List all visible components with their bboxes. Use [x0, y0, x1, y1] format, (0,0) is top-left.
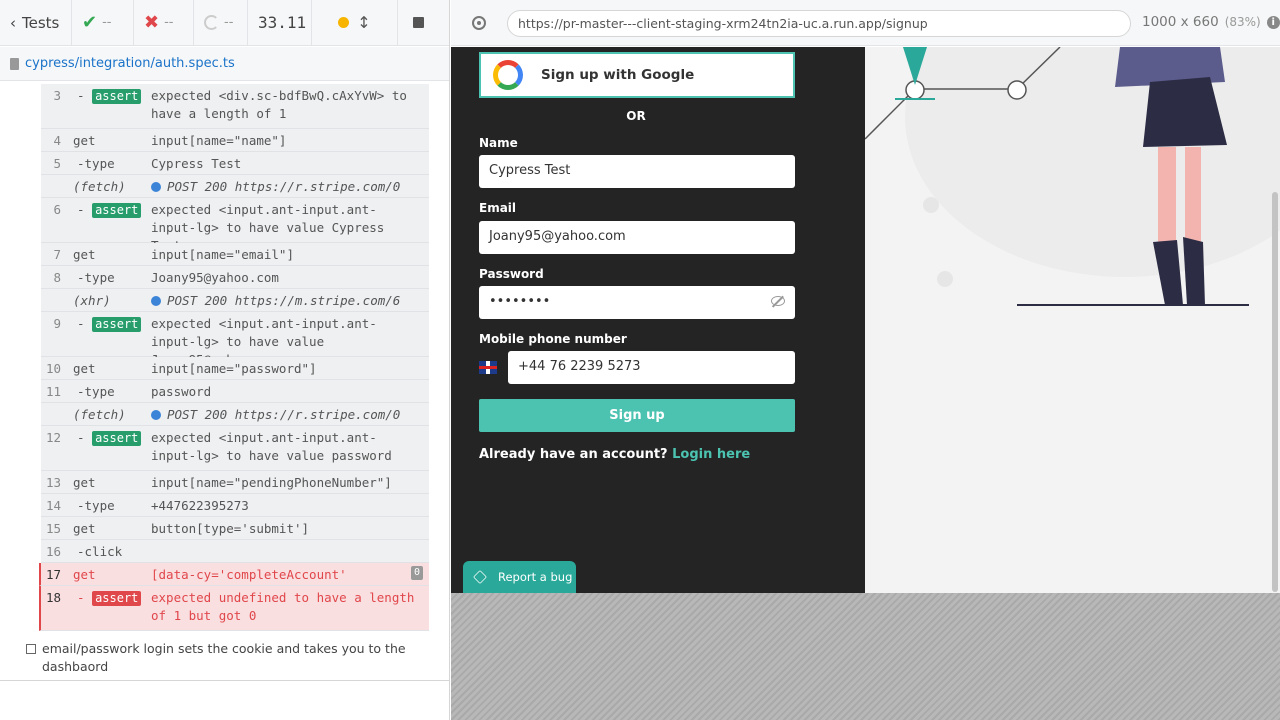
duration: 33.11 [248, 0, 312, 46]
test-status-icon [26, 644, 36, 654]
pending-icon [204, 15, 219, 30]
viewport-info: 1000 x 660 (83%) i [1142, 14, 1280, 30]
command-row[interactable]: (fetch) POST 200 https://r.stripe.com/0 [41, 403, 429, 426]
illustration [864, 47, 1280, 593]
login-prompt: Already have an account? Login here [479, 447, 751, 462]
name-label: Name [479, 136, 518, 150]
viewport-backdrop [451, 593, 1280, 720]
stop-icon [412, 17, 424, 28]
command-row[interactable]: (xhr) POST 200 https://m.stripe.com/6 [41, 289, 429, 312]
runner-header: https://pr-master---client-staging-xrm24… [451, 0, 1280, 46]
request-dot-icon [151, 295, 161, 306]
woman-illustration [864, 47, 1280, 306]
check-icon: ✔ [82, 12, 98, 33]
url-bar[interactable]: https://pr-master---client-staging-xrm24… [507, 10, 1131, 37]
command-row[interactable]: 16 -click [41, 540, 429, 563]
command-log: 3 - assert expected <div.sc-bdfBwQ.cAxYv… [39, 84, 429, 631]
or-divider: OR [626, 109, 646, 123]
login-link[interactable]: Login here [672, 447, 750, 462]
google-icon [493, 60, 523, 90]
email-label: Email [479, 201, 517, 215]
pending-stat: -- [194, 0, 248, 46]
google-signup-button[interactable]: Sign up with Google [479, 52, 795, 98]
next-test-title: email/passwork login sets the cookie and… [42, 641, 406, 674]
divider [0, 680, 449, 681]
command-row[interactable]: 5 -type Cypress Test [41, 152, 429, 175]
app-scrollbar[interactable] [1272, 192, 1278, 592]
reporter-header: ‹ Tests ✔ -- ✖ -- -- 33.11 ↕ [0, 0, 449, 46]
selector-playground-icon[interactable] [472, 15, 486, 30]
x-icon: ✖ [144, 12, 160, 33]
eye-slash-icon[interactable] [771, 296, 785, 306]
name-field[interactable]: Cypress Test [479, 155, 795, 188]
report-bug-button[interactable]: Report a bug [463, 561, 576, 593]
spec-path-bar: cypress/integration/auth.spec.ts [0, 47, 449, 81]
tests-button[interactable]: ‹ Tests [0, 0, 72, 46]
signup-form-panel: Sign up with Google OR Name Cypress Test… [451, 47, 865, 593]
chevron-left-icon: ‹ [10, 13, 16, 32]
info-icon[interactable]: i [1266, 15, 1280, 29]
phone-field[interactable]: +44 76 2239 5273 [508, 351, 795, 384]
signup-button[interactable]: Sign up [479, 399, 795, 432]
command-row[interactable]: 14 -type +447622395273 [41, 494, 429, 517]
email-field[interactable]: Joany95@yahoo.com [479, 221, 795, 254]
stop-button[interactable] [398, 0, 438, 46]
command-row[interactable]: 10 get input[name="password"] [41, 357, 429, 380]
viewport-scale: (83%) [1224, 15, 1261, 29]
command-row[interactable]: 3 - assert expected <div.sc-bdfBwQ.cAxYv… [41, 84, 429, 129]
next-test-item[interactable]: email/passwork login sets the cookie and… [26, 640, 426, 676]
password-field[interactable]: •••••••• [479, 286, 795, 319]
element-count-badge: 0 [410, 566, 423, 580]
command-row[interactable]: 15 get button[type='submit'] [41, 517, 429, 540]
command-row[interactable]: 9 - assert expected <input.ant-input.ant… [41, 312, 429, 367]
file-icon [10, 57, 19, 70]
command-row[interactable]: 6 - assert expected <input.ant-input.ant… [41, 198, 429, 253]
command-row[interactable]: 12 - assert expected <input.ant-input.an… [41, 426, 429, 471]
command-row-failed[interactable]: 18 - assert expected undefined to have a… [39, 586, 429, 631]
command-row[interactable]: 8 -type Joany95@yahoo.com [41, 266, 429, 289]
viewport-size: 1000 x 660 [1142, 14, 1219, 30]
request-dot-icon [151, 409, 161, 420]
toggle-autoscroll-icon[interactable]: ↕ [357, 13, 370, 32]
command-row[interactable]: 7 get input[name="email"] [41, 243, 429, 266]
app-iframe: Sign up with Google OR Name Cypress Test… [451, 47, 1280, 593]
running-dot-icon [338, 17, 350, 28]
failed-stat: ✖ -- [134, 0, 194, 46]
spec-path[interactable]: cypress/integration/auth.spec.ts [25, 56, 235, 71]
phone-label: Mobile phone number [479, 332, 627, 346]
request-dot-icon [151, 181, 161, 192]
password-label: Password [479, 267, 544, 281]
passed-stat: ✔ -- [72, 0, 134, 46]
command-row[interactable]: 13 get input[name="pendingPhoneNumber"] [41, 471, 429, 494]
tests-label: Tests [22, 13, 60, 32]
reporter-panel: ‹ Tests ✔ -- ✖ -- -- 33.11 ↕ cypress/int… [0, 0, 450, 720]
uk-flag-icon[interactable] [479, 361, 497, 374]
pencil-icon [473, 570, 487, 584]
command-row-failed[interactable]: 17 get [data-cy='completeAccount' 0 [39, 563, 429, 586]
command-row[interactable]: (fetch) POST 200 https://r.stripe.com/0 [41, 175, 429, 198]
running-indicator[interactable]: ↕ [312, 0, 398, 46]
command-row[interactable]: 4 get input[name="name"] [41, 129, 429, 152]
command-row[interactable]: 11 -type password [41, 380, 429, 403]
